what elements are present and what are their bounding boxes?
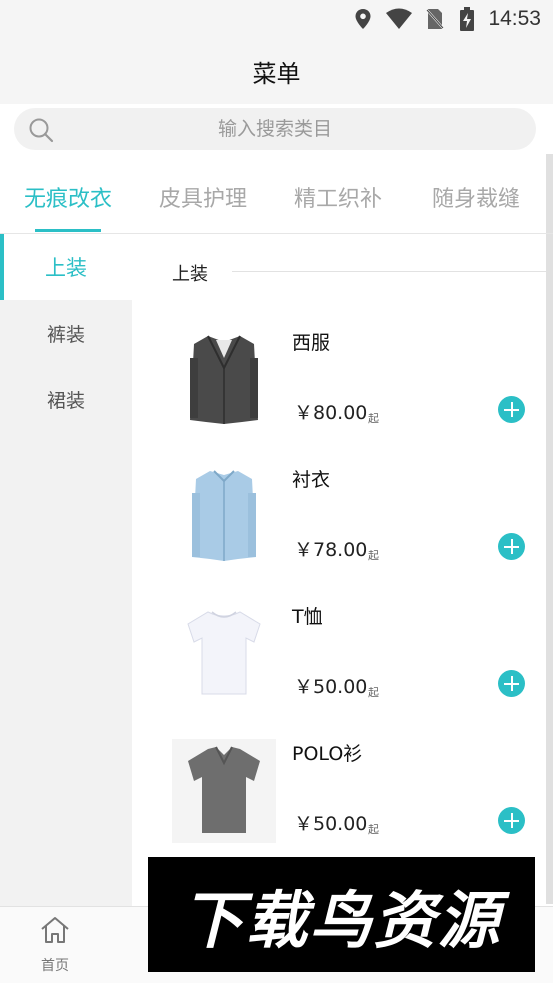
search-icon[interactable] (28, 117, 54, 143)
category-tabs: 无痕改衣 皮具护理 精工织补 随身裁缝 (0, 160, 553, 234)
home-icon (39, 915, 71, 949)
list-item[interactable]: T恤 ￥50.00 起 (132, 602, 546, 738)
polo-shirt-image (172, 739, 276, 843)
product-price: ￥50.00 (294, 676, 368, 698)
wifi-icon (384, 8, 414, 30)
sidebar-item-skirts[interactable]: 裙装 (0, 366, 132, 432)
tab-personal-tailor[interactable]: 随身裁缝 (406, 160, 546, 234)
location-icon (352, 8, 374, 30)
list-item[interactable]: 西服 ￥80.00 起 (132, 328, 546, 464)
watermark-text: 下载鸟资源 (181, 883, 502, 957)
add-button[interactable] (498, 396, 525, 423)
search-box[interactable] (14, 108, 536, 150)
list-item[interactable]: POLO衫 ￥50.00 起 (132, 739, 546, 875)
product-name: 西服 (292, 332, 331, 354)
sidebar-item-tops[interactable]: 上装 (0, 234, 132, 300)
section-divider (232, 271, 546, 272)
app-bar: 菜单 (0, 38, 553, 104)
section-title: 上装 (172, 264, 208, 285)
no-sim-icon (424, 8, 446, 30)
sidebar: 上装 裤装 裙装 (0, 234, 132, 906)
product-name: 衬衣 (292, 469, 331, 491)
product-name: POLO衫 (292, 743, 363, 765)
nav-home[interactable]: 首页 (20, 915, 90, 977)
product-price: ￥78.00 (294, 539, 368, 561)
tab-fine-mending[interactable]: 精工织补 (270, 160, 406, 234)
dress-shirt-image (172, 465, 276, 569)
nav-home-label: 首页 (41, 958, 69, 974)
price-suffix: 起 (368, 823, 379, 836)
add-button[interactable] (498, 807, 525, 834)
add-button[interactable] (498, 533, 525, 560)
product-price: ￥50.00 (294, 813, 368, 835)
product-name: T恤 (292, 606, 323, 628)
price-suffix: 起 (368, 412, 379, 425)
product-price: ￥80.00 (294, 402, 368, 424)
watermark: 下载鸟资源 (148, 857, 535, 972)
product-list: 上装 西服 ￥80.00 起 衬衣 ￥78.00 起 T恤 ￥50.00 起 P… (132, 234, 546, 906)
status-bar: 14:53 (0, 0, 553, 38)
sidebar-item-pants[interactable]: 裤装 (0, 300, 132, 366)
search-input[interactable] (14, 108, 536, 150)
tab-seamless-alteration[interactable]: 无痕改衣 (0, 160, 136, 234)
list-item[interactable]: 衬衣 ￥78.00 起 (132, 465, 546, 601)
tab-leather-care[interactable]: 皮具护理 (136, 160, 270, 234)
t-shirt-image (172, 602, 276, 706)
battery-charging-icon (456, 7, 478, 31)
status-time: 14:53 (488, 7, 541, 30)
page-title: 菜单 (252, 59, 301, 88)
price-suffix: 起 (368, 549, 379, 562)
search-bar (0, 104, 553, 154)
add-button[interactable] (498, 670, 525, 697)
suit-jacket-image (172, 328, 276, 432)
price-suffix: 起 (368, 686, 379, 699)
